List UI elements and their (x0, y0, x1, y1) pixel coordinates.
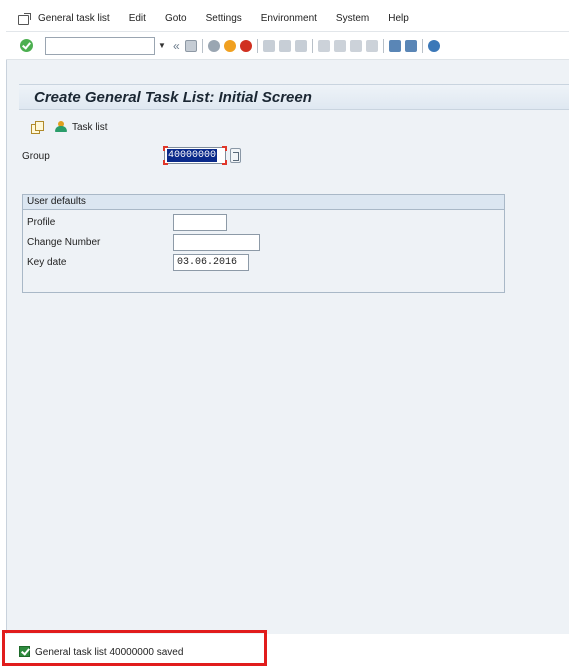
next-page-icon[interactable] (349, 39, 362, 52)
save-icon[interactable] (184, 39, 197, 52)
group-label: Group (22, 151, 50, 162)
back-icon[interactable] (207, 39, 220, 52)
command-field[interactable] (45, 36, 155, 55)
toolbar-separator (256, 38, 258, 53)
command-dropdown-icon[interactable]: ▼ (155, 37, 169, 55)
print-icon[interactable] (262, 39, 275, 52)
toolbar-separator (311, 38, 313, 53)
status-message[interactable]: General task list 40000000 saved (35, 647, 183, 658)
title-bar: Create General Task List: Initial Screen (19, 84, 569, 110)
ok-icon[interactable] (20, 39, 33, 52)
focus-corner (222, 160, 227, 165)
find-icon[interactable] (278, 39, 291, 52)
application-toolbar: Task list (19, 115, 569, 139)
key-date-label: Key date (27, 257, 67, 268)
menu-goto[interactable]: Goto (165, 13, 187, 24)
menu-environment[interactable]: Environment (261, 13, 317, 24)
last-page-icon[interactable] (365, 39, 378, 52)
shortcut-icon[interactable] (404, 39, 417, 52)
focus-corner (163, 160, 168, 165)
group-value: 40000000 (167, 149, 218, 162)
profile-label: Profile (27, 217, 56, 228)
menu-export-icon[interactable] (18, 12, 32, 25)
change-number-input[interactable] (173, 234, 260, 251)
profile-input[interactable] (173, 214, 227, 231)
copy-from-icon[interactable] (31, 121, 44, 134)
find-next-icon[interactable] (294, 39, 307, 52)
key-date-row: Key date (23, 253, 504, 272)
value-help-icon[interactable] (230, 148, 241, 163)
menu-general-task-list[interactable]: General task list (38, 13, 110, 24)
menu-bar: General task list Edit Goto Settings Env… (6, 6, 569, 32)
page-title: Create General Task List: Initial Screen (34, 88, 312, 106)
focus-corner (163, 146, 168, 151)
key-date-input[interactable] (173, 254, 249, 271)
back-chevron-icon[interactable]: « (173, 39, 180, 53)
task-list-icon (55, 121, 69, 133)
group-input[interactable]: 40000000 (163, 146, 227, 165)
task-list-button[interactable]: Task list (55, 121, 108, 133)
menu-settings[interactable]: Settings (206, 13, 242, 24)
standard-toolbar: ▼ « (6, 32, 569, 60)
toolbar-separator (382, 38, 384, 53)
exit-icon[interactable] (223, 39, 236, 52)
success-check-icon (19, 646, 30, 657)
user-defaults-header: User defaults (23, 195, 504, 210)
change-number-label: Change Number (27, 237, 101, 248)
toolbar-separator (201, 38, 203, 53)
focus-corner (222, 146, 227, 151)
task-list-label: Task list (72, 121, 108, 133)
previous-page-icon[interactable] (333, 39, 346, 52)
profile-row: Profile (23, 213, 504, 232)
toolbar-separator (421, 38, 423, 53)
change-number-row: Change Number (23, 233, 504, 252)
user-defaults-frame: User defaults Profile Change Number Key … (22, 194, 505, 293)
cancel-icon[interactable] (239, 39, 252, 52)
help-icon[interactable] (427, 39, 440, 52)
menu-system[interactable]: System (336, 13, 369, 24)
create-session-icon[interactable] (388, 39, 401, 52)
menu-help[interactable]: Help (388, 13, 409, 24)
menu-edit[interactable]: Edit (129, 13, 146, 24)
first-page-icon[interactable] (317, 39, 330, 52)
